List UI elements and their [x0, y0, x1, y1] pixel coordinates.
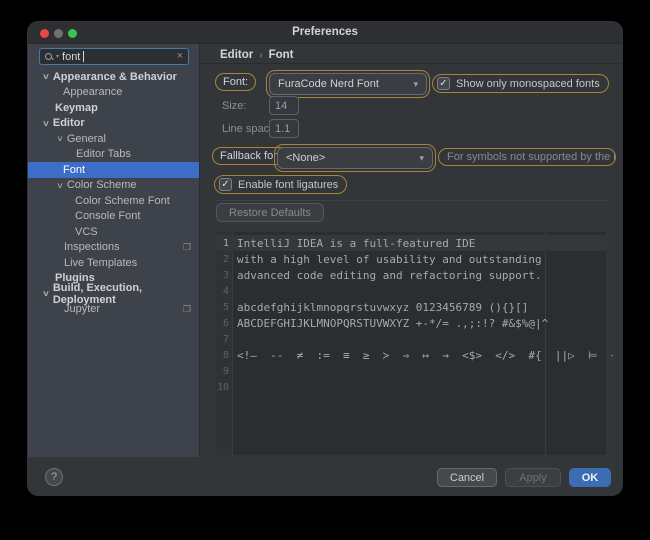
- preview-line: 9: [215, 363, 606, 379]
- preview-line: 3 advanced code editing and refactoring …: [215, 267, 606, 283]
- preview-line: 1 IntelliJ IDEA is a full-featured IDE: [215, 235, 606, 251]
- line-number: 1: [222, 237, 229, 249]
- breadcrumb-separator: ›: [259, 49, 263, 61]
- chevron-down-icon: ▾: [419, 152, 424, 163]
- sidebar-item-label: Appearance: [63, 86, 123, 99]
- sidebar-item-label: Live Templates: [64, 256, 138, 269]
- restore-defaults-button[interactable]: Restore Defaults: [216, 203, 324, 222]
- line-number: 3: [222, 269, 229, 281]
- preview-line: 4: [215, 283, 606, 299]
- size-input[interactable]: 14: [269, 96, 299, 115]
- sidebar-item-label: VCS: [75, 225, 98, 238]
- breadcrumb-page: Font: [268, 49, 294, 61]
- search-input[interactable]: ▾ font ×: [39, 48, 189, 65]
- line-number: 10: [216, 381, 229, 393]
- search-icon: [45, 52, 53, 61]
- preview-line: 7: [215, 331, 606, 347]
- preferences-window: Preferences ▾ font × ∨ Appearance & Beha…: [28, 22, 622, 495]
- sidebar-item-appearance[interactable]: Appearance: [28, 85, 199, 101]
- line-number: 4: [222, 285, 229, 297]
- title-bar: Preferences: [28, 22, 622, 44]
- chevron-down-icon[interactable]: ∨: [42, 119, 50, 128]
- ide-config-icon: ❐: [182, 303, 191, 314]
- font-family-value: FuraCode Nerd Font: [278, 78, 379, 90]
- sidebar-item-label: Build, Execution, Deployment: [52, 281, 143, 306]
- text-caret: [83, 51, 85, 62]
- settings-sidebar: ▾ font × ∨ Appearance & Behavior Appeara…: [28, 44, 200, 457]
- cancel-button[interactable]: Cancel: [437, 468, 497, 487]
- sidebar-item-label: Editor Tabs: [76, 148, 131, 161]
- sidebar-item-label: Editor: [52, 117, 85, 130]
- chevron-down-icon[interactable]: ∨: [42, 72, 50, 81]
- fallback-hint: For symbols not supported by the main fo…: [438, 148, 616, 166]
- sidebar-item-label: Jupyter: [64, 303, 101, 316]
- search-value: font: [62, 50, 81, 63]
- chevron-down-icon[interactable]: ∨: [56, 181, 64, 190]
- sidebar-item-vcs[interactable]: VCS: [28, 224, 199, 240]
- monospaced-only-checkbox[interactable]: ✓ Show only monospaced fonts: [432, 74, 609, 93]
- line-number: 9: [222, 365, 229, 377]
- sidebar-item-label: Appearance & Behavior: [52, 70, 177, 83]
- fallback-font-select[interactable]: <None> ▾: [274, 144, 436, 172]
- header-divider: [200, 63, 622, 64]
- breadcrumb: Editor › Font: [220, 47, 293, 63]
- editor-scrollbar[interactable]: [606, 232, 613, 455]
- line-number: 8: [222, 349, 229, 361]
- checkbox-check-icon[interactable]: ✓: [219, 178, 232, 191]
- line-spacing-input[interactable]: 1.1: [269, 119, 299, 138]
- line-number: 7: [222, 333, 229, 345]
- font-settings-panel: Editor › Font Font: FuraCode Nerd Font ▾…: [200, 44, 622, 457]
- sidebar-item-font[interactable]: Font: [28, 162, 199, 178]
- chevron-down-icon[interactable]: ∨: [56, 134, 64, 143]
- font-family-select[interactable]: FuraCode Nerd Font ▾: [266, 70, 430, 98]
- line-number: 2: [222, 253, 229, 265]
- search-options-chevron-icon[interactable]: ▾: [56, 54, 59, 60]
- preview-lines: 1 IntelliJ IDEA is a full-featured IDE 2…: [215, 235, 613, 395]
- apply-button[interactable]: Apply: [505, 468, 561, 487]
- sidebar-item-label: Console Font: [75, 210, 141, 223]
- size-label: Size:: [222, 100, 247, 112]
- fallback-font-value: <None>: [286, 152, 326, 164]
- sidebar-item-color-scheme[interactable]: ∨ Color Scheme: [28, 178, 199, 194]
- sidebar-item-label: Keymap: [55, 101, 98, 114]
- sidebar-item-general[interactable]: ∨ General: [28, 131, 199, 147]
- line-number: 5: [222, 301, 229, 313]
- preview-line: 5 abcdefghijklmnopqrstuvwxyz 0123456789 …: [215, 299, 606, 315]
- font-label: Font:: [215, 73, 257, 91]
- checkbox-check-icon[interactable]: ✓: [437, 77, 450, 90]
- chevron-down-icon: ▾: [413, 78, 418, 89]
- preview-line: 2 with a high level of usability and out…: [215, 251, 606, 267]
- sidebar-item-label: Font: [63, 163, 86, 176]
- breadcrumb-section[interactable]: Editor: [220, 49, 253, 61]
- preview-line: 8 <!— -- ≠ := ≡ ≥ ≻ ⇒ ↦ → <$> </> #{ ||▷…: [215, 347, 613, 363]
- help-button[interactable]: ?: [45, 468, 63, 486]
- sidebar-item-console-font[interactable]: Console Font: [28, 209, 199, 225]
- sidebar-item-label: Color Scheme Font: [75, 194, 170, 207]
- ok-button[interactable]: OK: [569, 468, 611, 487]
- chevron-down-icon[interactable]: ∨: [42, 289, 50, 298]
- sidebar-item-inspections[interactable]: Inspections ❐: [28, 240, 199, 256]
- sidebar-item-color-scheme-font[interactable]: Color Scheme Font: [28, 193, 199, 209]
- sidebar-item-label: Color Scheme: [66, 179, 137, 192]
- sidebar-item-label: Inspections: [64, 241, 120, 254]
- line-number: 6: [222, 317, 229, 329]
- clear-search-icon[interactable]: ×: [177, 51, 183, 62]
- ide-config-icon: ❐: [182, 241, 191, 252]
- sidebar-item-keymap[interactable]: Keymap: [28, 100, 199, 116]
- window-title: Preferences: [292, 26, 358, 38]
- preview-line: 10: [215, 379, 606, 395]
- sidebar-item-build-execution-deployment[interactable]: ∨ Build, Execution, Deployment: [28, 282, 199, 306]
- sidebar-item-editor-tabs[interactable]: Editor Tabs: [28, 147, 199, 163]
- settings-tree: ∨ Appearance & Behavior Appearance Keyma…: [28, 69, 199, 317]
- sidebar-item-label: General: [66, 132, 106, 145]
- preview-line: 6 ABCDEFGHIJKLMNOPQRSTUVWXYZ +-*/= .,;:!…: [215, 315, 606, 331]
- enable-ligatures-checkbox[interactable]: ✓ Enable font ligatures: [214, 175, 348, 194]
- dialog-footer: ? Cancel Apply OK: [28, 457, 622, 495]
- sidebar-item-appearance-behavior[interactable]: ∨ Appearance & Behavior: [28, 69, 199, 85]
- font-preview-editor: 1 IntelliJ IDEA is a full-featured IDE 2…: [215, 232, 613, 455]
- section-divider: [215, 200, 610, 201]
- sidebar-item-editor[interactable]: ∨ Editor: [28, 116, 199, 132]
- sidebar-item-live-templates[interactable]: Live Templates: [28, 255, 199, 271]
